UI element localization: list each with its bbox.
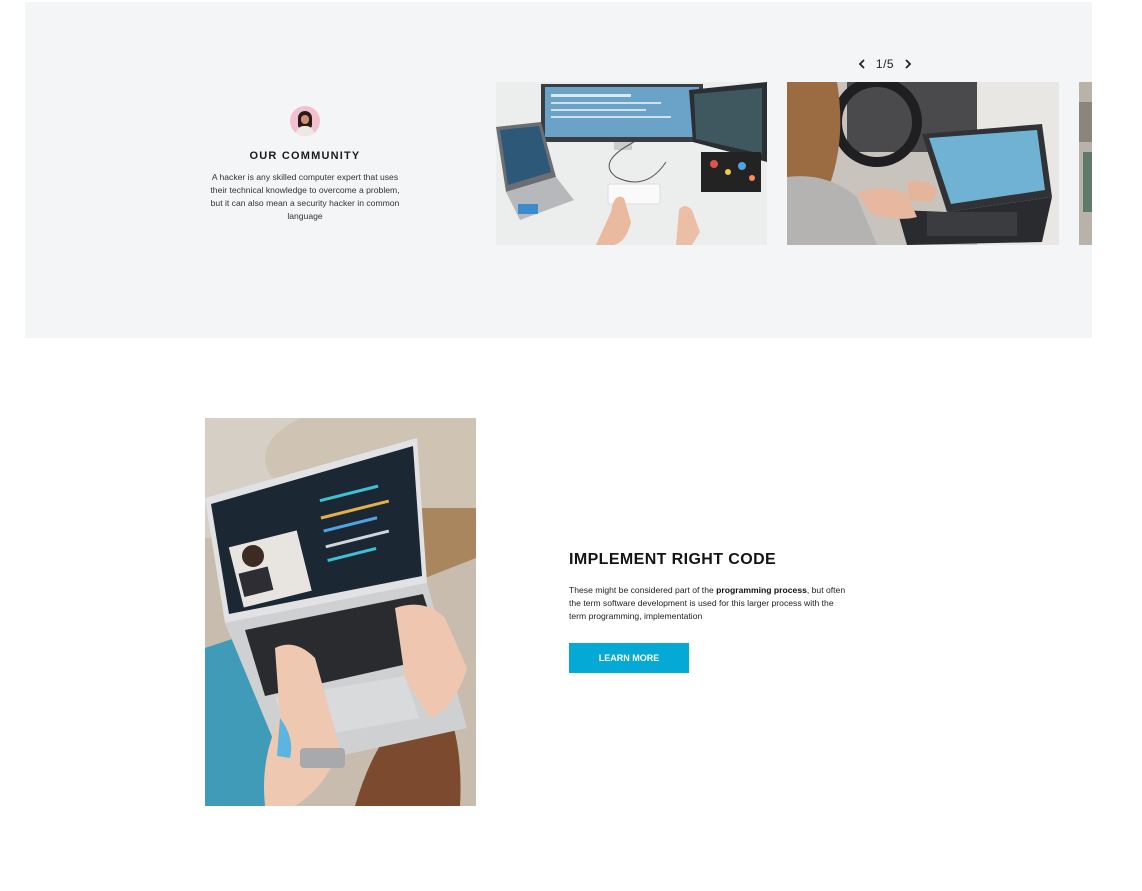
feature-block: IMPLEMENT RIGHT CODE These might be cons… — [569, 551, 849, 673]
community-title: OUR COMMUNITY — [249, 150, 361, 162]
carousel-counter: 1/5 — [876, 57, 894, 71]
carousel-slide-2[interactable] — [787, 82, 1059, 245]
feature-title: IMPLEMENT RIGHT CODE — [569, 551, 777, 568]
carousel-slide-1[interactable] — [496, 82, 767, 245]
carousel-total: 5 — [886, 57, 895, 71]
community-avatar — [290, 106, 320, 136]
chevron-right-icon[interactable] — [901, 57, 915, 71]
feature-text-bold: programming process — [716, 585, 807, 595]
community-intro: OUR COMMUNITY A hacker is any skilled co… — [205, 106, 405, 223]
community-section: OUR COMMUNITY A hacker is any skilled co… — [25, 2, 1092, 338]
carousel-current: 1 — [875, 57, 884, 71]
feature-text-before: These might be considered part of the — [569, 585, 717, 595]
carousel-pager: 1/5 — [855, 54, 915, 74]
feature-image — [205, 418, 476, 806]
chevron-left-icon[interactable] — [855, 57, 869, 71]
feature-description: These might be considered part of the pr… — [569, 584, 849, 623]
community-description: A hacker is any skilled computer expert … — [210, 172, 400, 221]
learn-more-button[interactable]: LEARN MORE — [569, 643, 689, 673]
carousel-slide-3[interactable] — [1079, 82, 1092, 245]
